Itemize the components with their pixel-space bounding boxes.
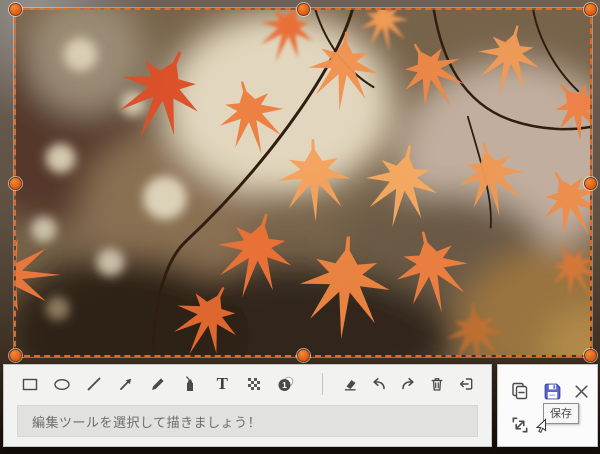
tool-arrow-button[interactable] (110, 370, 142, 397)
pencil-icon (152, 377, 164, 390)
copy-button[interactable] (507, 378, 533, 404)
handle-middle-right[interactable] (584, 176, 597, 190)
tool-text-button[interactable]: T (206, 370, 238, 397)
line-icon (87, 377, 101, 390)
mouse-cursor (535, 418, 546, 433)
tool-ellipse-button[interactable] (46, 370, 78, 397)
eraser-icon (344, 379, 356, 390)
tool-rectangle-button[interactable] (14, 370, 46, 397)
tool-marker-button[interactable] (174, 370, 206, 397)
handle-middle-left[interactable] (9, 176, 22, 190)
tools-row: T 1 (4, 365, 491, 402)
handle-bottom-middle[interactable] (297, 349, 310, 362)
tool-line-button[interactable] (78, 370, 110, 397)
save-tooltip: 保存 (543, 403, 579, 424)
photo-maple-leaves (16, 10, 590, 355)
expand-icon (512, 417, 528, 433)
handle-top-right[interactable] (584, 3, 597, 16)
tool-pencil-button[interactable] (142, 370, 174, 397)
tool-step-number-button[interactable]: 1 (270, 370, 302, 397)
handle-bottom-right[interactable] (584, 349, 597, 362)
trash-icon (431, 377, 443, 391)
undo-button[interactable] (365, 370, 394, 397)
close-icon (574, 384, 588, 398)
delete-button[interactable] (423, 370, 452, 397)
handle-top-left[interactable] (9, 3, 22, 16)
editing-toolbar-panel: T 1 編集ツールを選択して描きましょう！ (3, 364, 492, 447)
eraser-button[interactable] (335, 370, 364, 397)
toolbar-divider (322, 372, 324, 395)
exit-to-editor-icon (460, 377, 473, 390)
ellipse-icon (54, 378, 70, 390)
undo-icon (373, 377, 385, 389)
hint-bar: 編集ツールを選択して描きましょう！ (17, 405, 478, 437)
redo-icon (402, 377, 414, 389)
mosaic-icon (248, 377, 261, 390)
save-button[interactable] (539, 378, 565, 404)
close-button[interactable] (568, 378, 594, 404)
step-number-icon: 1 (278, 376, 294, 391)
handle-top-middle[interactable] (297, 3, 310, 16)
text-icon: T (216, 374, 228, 393)
svg-text:1: 1 (283, 380, 288, 390)
save-icon (544, 383, 560, 399)
capture-selection[interactable] (9, 3, 597, 362)
expand-button[interactable] (507, 412, 533, 438)
rectangle-icon (22, 378, 38, 390)
copy-icon (512, 382, 528, 400)
hint-text: 編集ツールを選択して描きましょう！ (32, 414, 262, 430)
marker-icon (186, 375, 194, 391)
handle-bottom-left[interactable] (9, 349, 22, 362)
exit-to-editor-button[interactable] (452, 370, 481, 397)
redo-button[interactable] (394, 370, 423, 397)
arrow-icon (120, 378, 132, 390)
action-panel: 保存 (497, 364, 598, 447)
tool-mosaic-button[interactable] (238, 370, 270, 397)
